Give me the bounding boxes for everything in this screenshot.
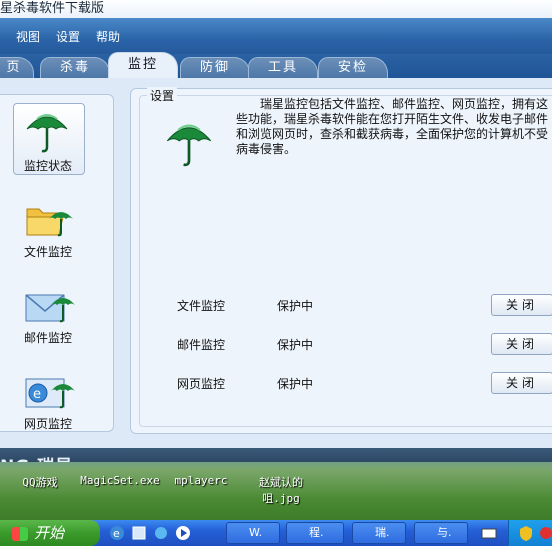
content-area: 监控状态 文件监控 邮件监控 e 网页监控 设置 瑞星监控包括文件监控、邮件监控… (0, 78, 552, 448)
taskbar-item[interactable]: 程. (286, 522, 344, 544)
quicklaunch-icon[interactable] (152, 524, 170, 542)
ie-icon[interactable]: e (108, 524, 126, 542)
tab-tools[interactable]: 工具 (248, 57, 318, 78)
taskbar-item[interactable]: W. (226, 522, 280, 544)
app-window: 星杀毒软件下载版 视图 设置 帮助 页 杀毒 监控 防御 工具 安检 监控状态 (0, 0, 552, 462)
menu-settings[interactable]: 设置 (56, 28, 80, 45)
desktop-icon-mplayerc[interactable]: mplayerc (172, 474, 230, 487)
sidebar-item-label: 文件监控 (23, 245, 72, 259)
sidebar-item-label: 邮件监控 (23, 331, 72, 345)
web-umbrella-icon: e (25, 378, 75, 409)
shield-icon[interactable] (517, 524, 535, 542)
menu-help[interactable]: 帮助 (96, 28, 120, 45)
tab-home[interactable]: 页 (0, 57, 34, 78)
row-mail-monitor-name: 邮件监控 (177, 338, 226, 352)
taskbar: 开始 e W. 程. 瑞. 与. (0, 520, 552, 546)
tab-antivirus[interactable]: 杀毒 (40, 57, 110, 78)
row-file-monitor-status: 保护中 (277, 299, 314, 313)
umbrella-icon (26, 114, 68, 153)
settings-description: 瑞星监控包括文件监控、邮件监控、网页监控，拥有这些功能，瑞星杀毒软件能在您打开陌… (236, 97, 549, 156)
mail-umbrella-icon (25, 294, 75, 323)
settings-panel: 设置 瑞星监控包括文件监控、邮件监控、网页监控，拥有这些功能，瑞星杀毒软件能在您… (130, 87, 552, 434)
row-file-monitor-name: 文件监控 (177, 299, 226, 313)
file-monitor-close-button[interactable]: 关闭 (491, 294, 552, 316)
menu-bar: 视图 设置 帮助 (0, 18, 552, 54)
svg-text:e: e (113, 527, 120, 540)
desktop-icon-magicset[interactable]: MagicSet.exe (80, 474, 160, 487)
svg-text:e: e (33, 387, 41, 402)
start-button[interactable]: 开始 (0, 520, 100, 546)
menu-view[interactable]: 视图 (16, 28, 40, 45)
row-web-monitor-status: 保护中 (277, 377, 314, 391)
quicklaunch-icon[interactable] (130, 524, 148, 542)
desktop-icon-qq-games[interactable]: QQ游戏 (18, 474, 62, 490)
mail-monitor-close-button[interactable]: 关闭 (491, 333, 552, 355)
tab-defense[interactable]: 防御 (180, 57, 250, 78)
sidebar-item-mail-monitor[interactable]: 邮件监控 (1, 281, 113, 353)
folder-umbrella-icon (26, 208, 73, 237)
tab-strip: 页 杀毒 监控 防御 工具 安检 (0, 52, 552, 78)
sidebar-item-web-monitor[interactable]: e 网页监控 (1, 367, 113, 433)
row-web-monitor-name: 网页监控 (177, 377, 226, 391)
brand-logo: NG 瑞星 (0, 452, 73, 462)
desktop-icon-jpg[interactable]: 赵斌认的咀.jpg (244, 474, 318, 506)
umbrella-icon (166, 124, 212, 167)
tab-monitor[interactable]: 监控 (108, 52, 178, 78)
sidebar-item-monitor-status[interactable]: 监控状态 (1, 103, 113, 185)
web-monitor-close-button[interactable]: 关闭 (491, 372, 552, 394)
row-mail-monitor-status: 保护中 (277, 338, 314, 352)
tab-security-check[interactable]: 安检 (318, 57, 388, 78)
sidebar: 监控状态 文件监控 邮件监控 e 网页监控 (0, 94, 114, 432)
window-title: 星杀毒软件下载版 (0, 0, 552, 18)
media-player-icon[interactable] (174, 524, 192, 542)
sidebar-item-label: 监控状态 (23, 159, 72, 173)
windows-logo-icon (12, 526, 28, 541)
taskbar-item[interactable]: 瑞. (352, 522, 406, 544)
taskbar-item[interactable]: 与. (414, 522, 468, 544)
system-tray (508, 520, 552, 546)
brand-bar: NG 瑞星 (0, 448, 552, 462)
settings-title: 设置 (147, 87, 178, 104)
keyboard-icon[interactable] (480, 524, 498, 542)
tray-icon[interactable] (537, 524, 552, 542)
sidebar-item-label: 网页监控 (23, 417, 72, 431)
sidebar-item-file-monitor[interactable]: 文件监控 (1, 195, 113, 267)
